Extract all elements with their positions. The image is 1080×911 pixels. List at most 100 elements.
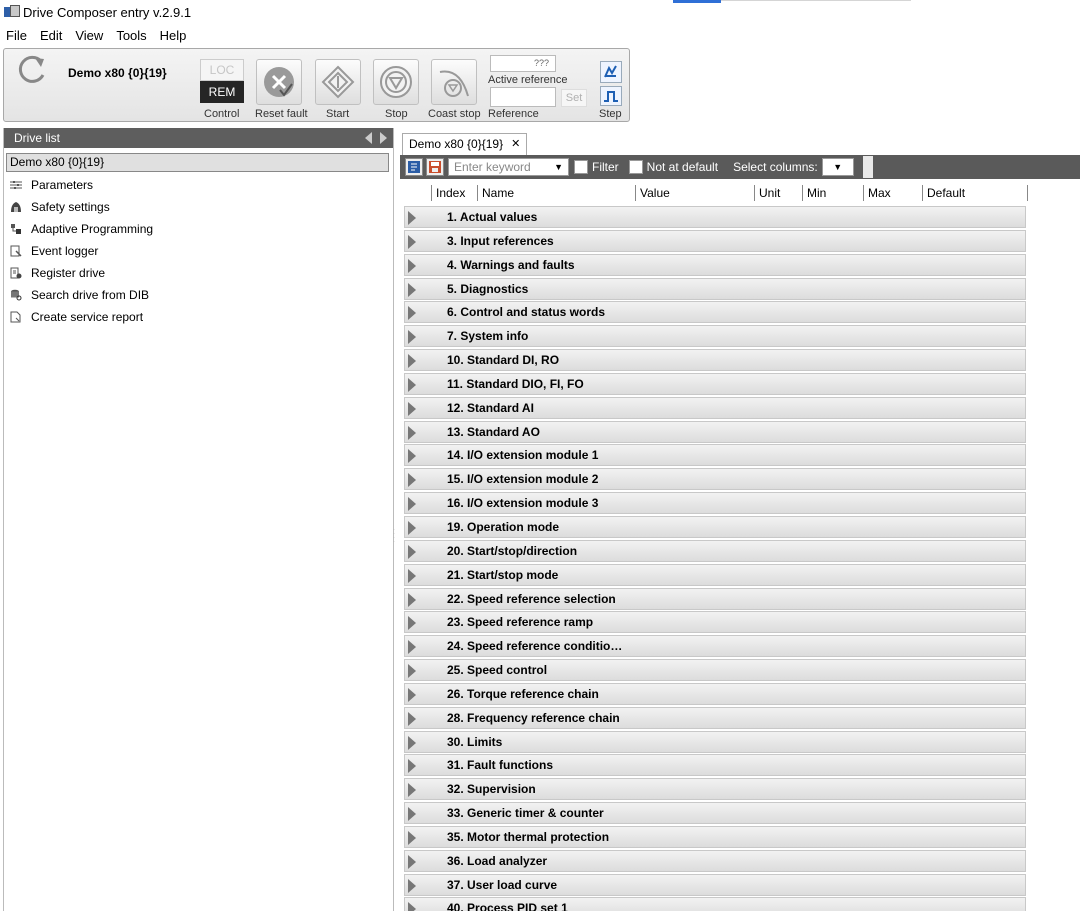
parameter-group-row[interactable]: 26. Torque reference chain	[404, 682, 1026, 705]
parameter-group-row[interactable]: 15. I/O extension module 2	[404, 468, 1026, 491]
menu-file[interactable]: File	[6, 28, 27, 43]
menu-help[interactable]: Help	[160, 28, 187, 43]
coast-stop-button[interactable]	[431, 59, 477, 105]
parameter-group-row[interactable]: 20. Start/stop/direction	[404, 539, 1026, 562]
panel-splitter[interactable]: · · · ·	[393, 527, 397, 545]
expand-arrow-icon[interactable]	[408, 878, 416, 893]
parameter-group-row[interactable]: 21. Start/stop mode	[404, 563, 1026, 586]
expand-arrow-icon[interactable]	[408, 497, 416, 512]
tab-drive[interactable]: Demo x80 {0}{19} ✕	[402, 133, 528, 155]
nav-event-logger[interactable]: Event logger	[4, 240, 393, 262]
close-icon[interactable]: ✕	[511, 134, 520, 155]
save-icon[interactable]	[426, 158, 444, 176]
expand-arrow-icon[interactable]	[408, 306, 416, 321]
parameter-group-row[interactable]: 24. Speed reference conditio…	[404, 635, 1026, 658]
parameter-group-row[interactable]: 19. Operation mode	[404, 515, 1026, 538]
parameter-group-row[interactable]: 5. Diagnostics	[404, 277, 1026, 300]
expand-arrow-icon[interactable]	[408, 711, 416, 726]
parameter-group-row[interactable]: 30. Limits	[404, 730, 1026, 753]
parameter-group-row[interactable]: 1. Actual values	[404, 206, 1026, 228]
step-settings-button[interactable]	[600, 61, 622, 83]
expand-arrow-icon[interactable]	[408, 592, 416, 607]
column-header-unit[interactable]: Unit	[754, 185, 802, 201]
menu-view[interactable]: View	[75, 28, 103, 43]
expand-arrow-icon[interactable]	[408, 211, 416, 225]
expand-arrow-icon[interactable]	[408, 687, 416, 702]
column-header-value[interactable]: Value	[635, 185, 754, 201]
stop-button[interactable]	[373, 59, 419, 105]
reset-fault-button[interactable]	[256, 59, 302, 105]
parameter-group-row[interactable]: 22. Speed reference selection	[404, 587, 1026, 610]
parameter-group-row[interactable]: 23. Speed reference ramp	[404, 611, 1026, 634]
expand-arrow-icon[interactable]	[408, 330, 416, 345]
chevron-down-icon[interactable]: ▼	[554, 162, 563, 172]
parameter-group-row[interactable]: 10. Standard DI, RO	[404, 349, 1026, 372]
refresh-icon[interactable]	[16, 55, 48, 85]
filter-checkbox[interactable]	[574, 160, 588, 174]
parameter-group-row[interactable]: 11. Standard DIO, FI, FO	[404, 372, 1026, 395]
parameter-group-row[interactable]: 31. Fault functions	[404, 754, 1026, 777]
expand-arrow-icon[interactable]	[408, 735, 416, 750]
expand-arrow-icon[interactable]	[408, 473, 416, 488]
expand-arrow-icon[interactable]	[408, 640, 416, 655]
loc-button[interactable]: LOC	[200, 59, 244, 81]
expand-right-icon[interactable]	[379, 132, 387, 147]
expand-arrow-icon[interactable]	[408, 854, 416, 869]
reference-input[interactable]	[490, 87, 556, 107]
nav-safety-settings[interactable]: Safety settings	[4, 196, 393, 218]
parameter-group-row[interactable]: 3. Input references	[404, 229, 1026, 252]
parameter-group-row[interactable]: 13. Standard AO	[404, 420, 1026, 443]
menu-tools[interactable]: Tools	[116, 28, 146, 43]
expand-arrow-icon[interactable]	[408, 902, 416, 911]
parameter-group-row[interactable]: 7. System info	[404, 325, 1026, 348]
parameter-group-row[interactable]: 40. Process PID set 1	[404, 897, 1026, 911]
expand-arrow-icon[interactable]	[408, 544, 416, 559]
expand-arrow-icon[interactable]	[408, 449, 416, 464]
parameter-group-row[interactable]: 35. Motor thermal protection	[404, 825, 1026, 848]
export-icon[interactable]	[405, 158, 423, 176]
expand-arrow-icon[interactable]	[408, 520, 416, 535]
keyword-search-input[interactable]: Enter keyword ▼	[448, 158, 569, 176]
expand-arrow-icon[interactable]	[408, 759, 416, 774]
parameter-group-row[interactable]: 37. User load curve	[404, 873, 1026, 896]
expand-arrow-icon[interactable]	[408, 425, 416, 440]
set-button[interactable]: Set	[561, 89, 587, 107]
parameter-group-row[interactable]: 33. Generic timer & counter	[404, 802, 1026, 825]
expand-arrow-icon[interactable]	[408, 377, 416, 392]
column-header-name[interactable]: Name	[477, 185, 635, 201]
column-header-min[interactable]: Min	[802, 185, 863, 201]
parameter-group-row[interactable]: 14. I/O extension module 1	[404, 444, 1026, 467]
expand-arrow-icon[interactable]	[408, 783, 416, 798]
nav-adaptive-programming[interactable]: Adaptive Programming	[4, 218, 393, 240]
parameter-group-row[interactable]: 28. Frequency reference chain	[404, 706, 1026, 729]
parameter-group-row[interactable]: 25. Speed control	[404, 659, 1026, 682]
nav-search-drive-from-dib[interactable]: Search drive from DIB	[4, 284, 393, 306]
toolbar-scroll-handle[interactable]	[862, 156, 873, 178]
column-header-default[interactable]: Default	[922, 185, 1028, 201]
nav-register-drive[interactable]: Register drive	[4, 262, 393, 284]
parameter-group-row[interactable]: 36. Load analyzer	[404, 849, 1026, 872]
expand-arrow-icon[interactable]	[408, 258, 416, 273]
expand-arrow-icon[interactable]	[408, 664, 416, 679]
not-at-default-checkbox[interactable]	[628, 160, 643, 174]
parameter-group-row[interactable]: 16. I/O extension module 3	[404, 492, 1026, 515]
expand-arrow-icon[interactable]	[408, 354, 416, 369]
collapse-left-icon[interactable]	[365, 132, 373, 147]
column-header-max[interactable]: Max	[863, 185, 922, 201]
parameter-group-row[interactable]: 32. Supervision	[404, 778, 1026, 801]
parameter-group-row[interactable]: 4. Warnings and faults	[404, 253, 1026, 276]
menu-edit[interactable]: Edit	[40, 28, 62, 43]
expand-arrow-icon[interactable]	[408, 830, 416, 845]
rem-button[interactable]: REM	[200, 81, 244, 103]
expand-arrow-icon[interactable]	[408, 568, 416, 583]
step-button[interactable]	[600, 86, 622, 106]
nav-create-service-report[interactable]: Create service report	[4, 306, 393, 328]
expand-arrow-icon[interactable]	[408, 401, 416, 416]
expand-arrow-icon[interactable]	[408, 616, 416, 631]
start-button[interactable]	[315, 59, 361, 105]
parameter-group-row[interactable]: 6. Control and status words	[404, 301, 1026, 324]
expand-arrow-icon[interactable]	[408, 234, 416, 249]
nav-parameters[interactable]: Parameters	[4, 174, 393, 196]
expand-arrow-icon[interactable]	[408, 282, 416, 297]
select-columns-dropdown[interactable]: ▼	[821, 158, 854, 176]
